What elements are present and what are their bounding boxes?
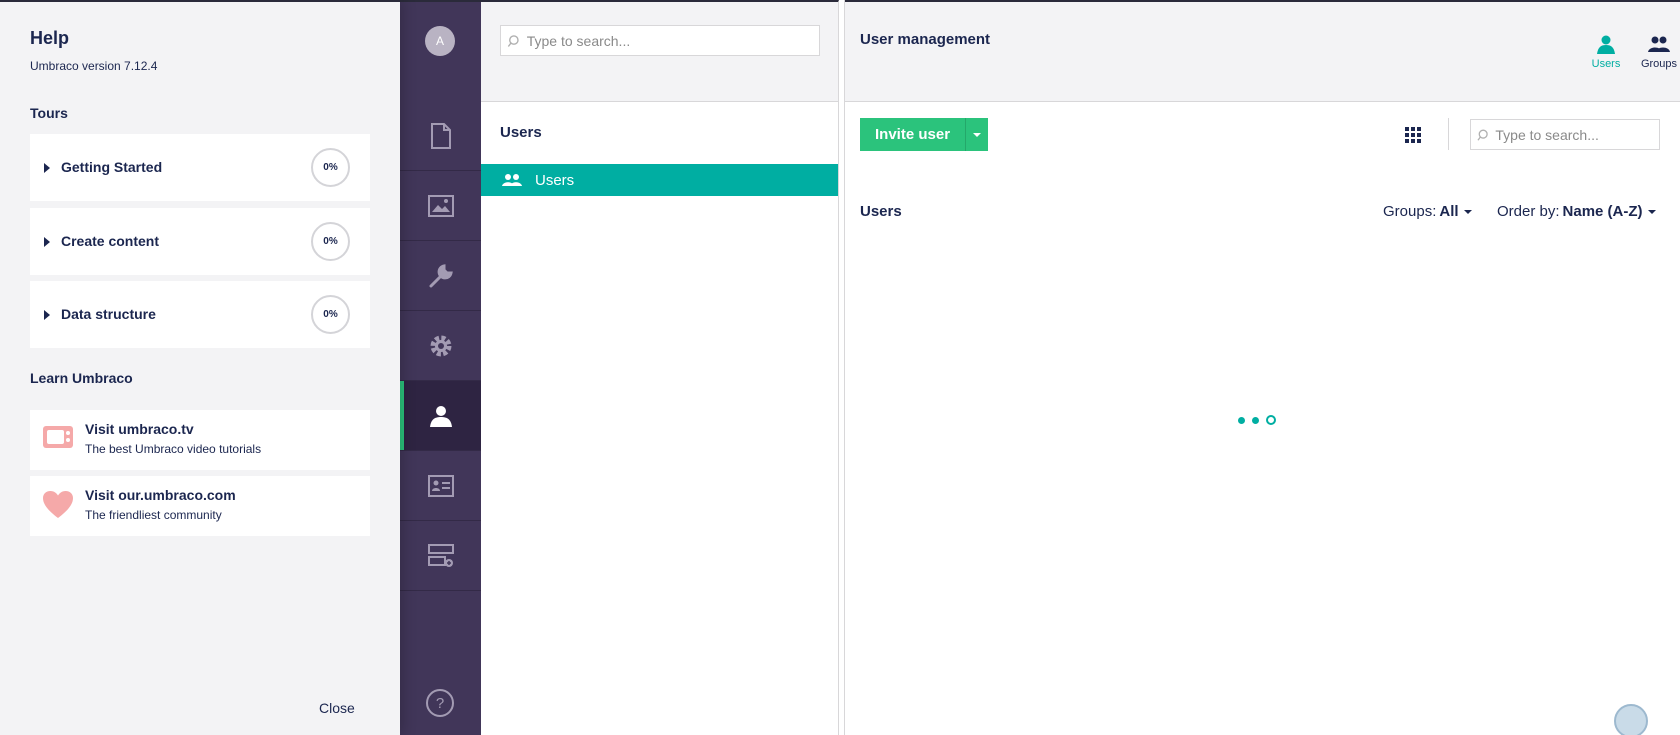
learn-heading: Learn Umbraco: [30, 370, 133, 386]
tree-node-label: Users: [535, 171, 575, 189]
svg-text:?: ?: [436, 695, 444, 712]
editor-header: User management Users Groups: [845, 2, 1680, 102]
section-members[interactable]: [400, 451, 481, 521]
tour-label: Create content: [61, 233, 160, 249]
tab-groups[interactable]: Groups: [1629, 32, 1680, 70]
order-by-value: Name (A-Z): [1562, 203, 1643, 220]
tree-title: Users: [500, 124, 542, 141]
members-icon: [427, 474, 454, 497]
grid-view-toggle[interactable]: [1405, 127, 1421, 148]
user-search-box: [1470, 119, 1660, 150]
chevron-down-icon: [1463, 209, 1472, 214]
section-users[interactable]: [400, 381, 481, 451]
chevron-down-icon: [973, 132, 982, 137]
grid-icon: [1405, 127, 1421, 143]
tours-heading: Tours: [30, 105, 68, 121]
section-settings[interactable]: [400, 241, 481, 311]
tab-users[interactable]: Users: [1576, 32, 1636, 70]
tour-progress-badge: 0%: [311, 222, 350, 261]
tour-label: Getting Started: [61, 159, 163, 175]
loader-dot: [1266, 415, 1276, 425]
search-icon: [507, 34, 519, 47]
section-media[interactable]: [400, 171, 481, 241]
forms-icon: [427, 543, 454, 567]
clipboard-icon[interactable]: [1614, 704, 1648, 735]
main-editor: User management Users Groups Invite user: [845, 0, 1680, 735]
close-button[interactable]: Close: [319, 700, 355, 716]
tour-getting-started[interactable]: Getting Started 0%: [30, 134, 370, 201]
groups-filter-value: All: [1439, 203, 1459, 220]
order-by-label: Order by:: [1497, 203, 1560, 220]
learn-title: Visit umbraco.tv: [85, 421, 194, 437]
tour-label: Data structure: [61, 306, 156, 322]
section-developer[interactable]: [400, 311, 481, 381]
learn-title: Visit our.umbraco.com: [85, 487, 236, 503]
tree-header: [481, 2, 838, 102]
users-icon: [429, 405, 452, 427]
user-search-input[interactable]: [1495, 126, 1659, 143]
help-drawer: Help Umbraco version 7.12.4 Tours Gettin…: [0, 0, 400, 735]
tree-search-input[interactable]: [526, 32, 819, 49]
loader-dot: [1238, 416, 1245, 424]
tour-create-content[interactable]: Create content 0%: [30, 208, 370, 275]
developer-gear-icon: [430, 335, 451, 356]
version-text: Umbraco version 7.12.4: [30, 59, 158, 73]
tv-icon: [43, 426, 73, 448]
tree-node-users[interactable]: Users: [481, 164, 838, 196]
search-icon: [1477, 129, 1488, 141]
learn-desc: The best Umbraco video tutorials: [85, 442, 262, 456]
tree-search-box: [500, 25, 820, 56]
tour-progress-badge: 0%: [311, 295, 350, 334]
loading-indicator: [1238, 415, 1276, 425]
order-by-filter[interactable]: Order by: Name (A-Z): [1497, 203, 1656, 220]
tour-data-structure[interactable]: Data structure 0%: [30, 281, 370, 348]
section-forms[interactable]: [400, 521, 481, 591]
section-sidebar: A ?: [400, 0, 481, 735]
help-icon: ?: [426, 689, 454, 717]
section-content[interactable]: [400, 101, 481, 171]
heart-icon: [43, 491, 73, 518]
loader-dot: [1252, 416, 1259, 424]
invite-options-button[interactable]: [965, 118, 989, 151]
tab-label: Users: [1591, 58, 1621, 70]
chevron-down-icon: [1647, 209, 1656, 214]
learn-link-umbraco-tv[interactable]: Visit umbraco.tv The best Umbraco video …: [30, 410, 370, 470]
content-icon: [430, 122, 451, 149]
help-button[interactable]: ?: [425, 688, 455, 723]
settings-wrench-icon: [429, 263, 453, 287]
user-icon: [1597, 35, 1615, 54]
learn-desc: The friendliest community: [85, 508, 222, 522]
group-icon: [1648, 36, 1670, 52]
expand-triangle-icon: [44, 237, 50, 247]
media-icon: [427, 194, 454, 217]
groups-filter[interactable]: Groups: All: [1383, 203, 1472, 220]
tab-label: Groups: [1640, 58, 1678, 70]
invite-user-button[interactable]: Invite user: [860, 118, 966, 151]
learn-link-our-umbraco[interactable]: Visit our.umbraco.com The friendliest co…: [30, 476, 370, 536]
invite-user-button-group: Invite user: [860, 118, 989, 151]
tour-progress-badge: 0%: [311, 148, 350, 187]
groups-filter-label: Groups:: [1383, 203, 1437, 220]
user-group-icon: [502, 174, 522, 186]
page-title: User management: [860, 31, 991, 48]
avatar[interactable]: A: [425, 26, 455, 56]
expand-triangle-icon: [44, 163, 50, 173]
expand-triangle-icon: [44, 310, 50, 320]
help-title: Help: [30, 28, 70, 48]
toolbar-divider: [1448, 118, 1449, 150]
list-title: Users: [860, 203, 902, 220]
tree-panel: Users Users: [481, 0, 839, 735]
